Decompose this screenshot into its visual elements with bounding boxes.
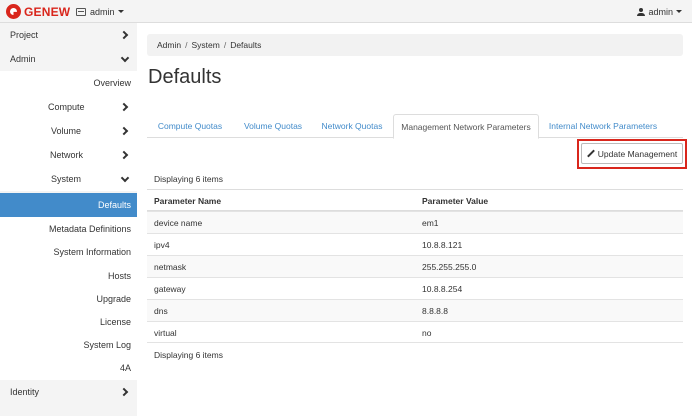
parameter-value-cell: em1 bbox=[422, 218, 439, 228]
parameter-name-cell: gateway bbox=[154, 284, 186, 294]
sidebar-item-4a[interactable]: 4A bbox=[0, 356, 137, 380]
chevron-down-icon bbox=[121, 55, 128, 62]
tab-internal-network-parameters[interactable]: Internal Network Parameters bbox=[541, 114, 665, 138]
sidebar-item-label: Upgrade bbox=[96, 294, 131, 304]
sidebar-item-label: System bbox=[51, 174, 82, 184]
sidebar-item-label: Overview bbox=[93, 78, 131, 88]
items-count-bottom: Displaying 6 items bbox=[154, 350, 223, 360]
sidebar-item-upgrade[interactable]: Upgrade bbox=[0, 287, 137, 311]
sidebar-item-label: Identity bbox=[10, 387, 40, 397]
table-row: dns 8.8.8.8 bbox=[147, 299, 683, 321]
table-row: virtual no bbox=[147, 321, 683, 343]
brand-name: GENEW bbox=[24, 4, 71, 19]
table-header-row: Parameter Name Parameter Value bbox=[147, 189, 683, 211]
sidebar-item-admin[interactable]: Admin bbox=[0, 47, 137, 71]
sidebar-item-compute[interactable]: Compute bbox=[0, 95, 137, 119]
chevron-right-icon bbox=[121, 103, 128, 110]
table-row: ipv4 10.8.8.121 bbox=[147, 233, 683, 255]
sidebar-item-network[interactable]: Network bbox=[0, 143, 137, 167]
page-title: Defaults bbox=[148, 66, 222, 88]
sidebar-item-volume[interactable]: Volume bbox=[0, 119, 137, 143]
sidebar: Project Admin Overview Compute Volume Ne… bbox=[0, 23, 137, 416]
parameter-name-cell: device name bbox=[154, 218, 203, 228]
sidebar-item-label: Admin bbox=[10, 54, 36, 64]
chevron-right-icon bbox=[121, 388, 128, 395]
sidebar-item-system-log[interactable]: System Log bbox=[0, 333, 137, 357]
parameter-name-cell: virtual bbox=[154, 328, 177, 338]
tab-bar: Compute Quotas Volume Quotas Network Quo… bbox=[147, 114, 683, 139]
breadcrumb-item-system[interactable]: System bbox=[191, 40, 219, 50]
parameter-value-cell: 255.255.255.0 bbox=[422, 262, 477, 272]
breadcrumb-separator: / bbox=[185, 40, 188, 50]
genew-logo-icon bbox=[6, 4, 21, 19]
caret-down-icon bbox=[676, 10, 682, 13]
chevron-right-icon bbox=[121, 31, 128, 38]
sidebar-item-system[interactable]: System bbox=[0, 167, 137, 191]
breadcrumb-separator: / bbox=[223, 40, 227, 50]
parameter-name-cell: ipv4 bbox=[154, 240, 170, 250]
chevron-down-icon bbox=[121, 175, 128, 182]
sidebar-item-label: Volume bbox=[51, 126, 82, 136]
column-header-parameter-value: Parameter Value bbox=[422, 196, 489, 206]
breadcrumb-item-defaults: Defaults bbox=[230, 40, 262, 50]
items-count-top: Displaying 6 items bbox=[154, 174, 223, 184]
column-header-parameter-name: Parameter Name bbox=[154, 196, 222, 206]
tab-management-network-parameters[interactable]: Management Network Parameters bbox=[393, 114, 539, 139]
parameter-name-cell: netmask bbox=[154, 262, 187, 272]
sidebar-item-label: License bbox=[99, 317, 131, 327]
sidebar-item-label: System Log bbox=[83, 340, 131, 350]
sidebar-item-label: Metadata Definitions bbox=[48, 224, 131, 234]
sidebar-item-metadata-definitions[interactable]: Metadata Definitions bbox=[0, 217, 137, 241]
chevron-right-icon bbox=[121, 151, 128, 158]
sidebar-item-identity[interactable]: Identity bbox=[0, 380, 137, 404]
parameter-value-cell: no bbox=[422, 328, 432, 338]
parameter-value-cell: 10.8.8.254 bbox=[422, 284, 463, 294]
sidebar-item-label: Project bbox=[10, 30, 39, 40]
breadcrumb: Admin / System / Defaults bbox=[147, 34, 683, 56]
tab-volume-quotas[interactable]: Volume Quotas bbox=[234, 114, 312, 138]
pencil-icon bbox=[587, 150, 595, 158]
sidebar-item-defaults[interactable]: Defaults bbox=[0, 193, 137, 217]
user-menu[interactable]: admin bbox=[637, 5, 682, 18]
project-selector-label: admin bbox=[90, 6, 115, 17]
sidebar-item-label: Network bbox=[50, 150, 84, 160]
user-icon bbox=[637, 7, 646, 16]
sidebar-item-label: Compute bbox=[48, 102, 85, 112]
sidebar-item-label: Hosts bbox=[107, 271, 131, 281]
parameters-table: Parameter Name Parameter Value device na… bbox=[147, 189, 683, 343]
top-navbar: GENEW admin admin bbox=[0, 0, 692, 23]
update-management-button[interactable]: Update Management bbox=[581, 143, 683, 164]
caret-down-icon bbox=[117, 10, 124, 13]
tab-network-quotas[interactable]: Network Quotas bbox=[313, 114, 391, 138]
parameter-name-cell: dns bbox=[154, 306, 168, 316]
sidebar-item-overview[interactable]: Overview bbox=[0, 71, 137, 95]
table-row: gateway 10.8.8.254 bbox=[147, 277, 683, 299]
update-management-label: Update Management bbox=[597, 148, 678, 159]
sidebar-item-label: 4A bbox=[119, 363, 131, 373]
parameter-value-cell: 10.8.8.121 bbox=[422, 240, 463, 250]
table-row: device name em1 bbox=[147, 211, 683, 233]
sidebar-item-project[interactable]: Project bbox=[0, 23, 137, 47]
breadcrumb-item-admin[interactable]: Admin bbox=[157, 40, 181, 50]
project-icon bbox=[76, 7, 86, 16]
sidebar-item-license[interactable]: License bbox=[0, 310, 137, 334]
chevron-right-icon bbox=[121, 127, 128, 134]
project-selector[interactable]: admin bbox=[76, 5, 124, 18]
sidebar-item-system-information[interactable]: System Information bbox=[0, 240, 137, 264]
tab-compute-quotas[interactable]: Compute Quotas bbox=[147, 114, 233, 138]
sidebar-item-label: System Information bbox=[53, 247, 131, 257]
sidebar-item-label: Defaults bbox=[97, 200, 131, 210]
user-menu-label: admin bbox=[648, 6, 673, 17]
sidebar-item-hosts[interactable]: Hosts bbox=[0, 264, 137, 288]
brand-logo[interactable]: GENEW bbox=[6, 3, 70, 20]
table-row: netmask 255.255.255.0 bbox=[147, 255, 683, 277]
parameter-value-cell: 8.8.8.8 bbox=[422, 306, 448, 316]
